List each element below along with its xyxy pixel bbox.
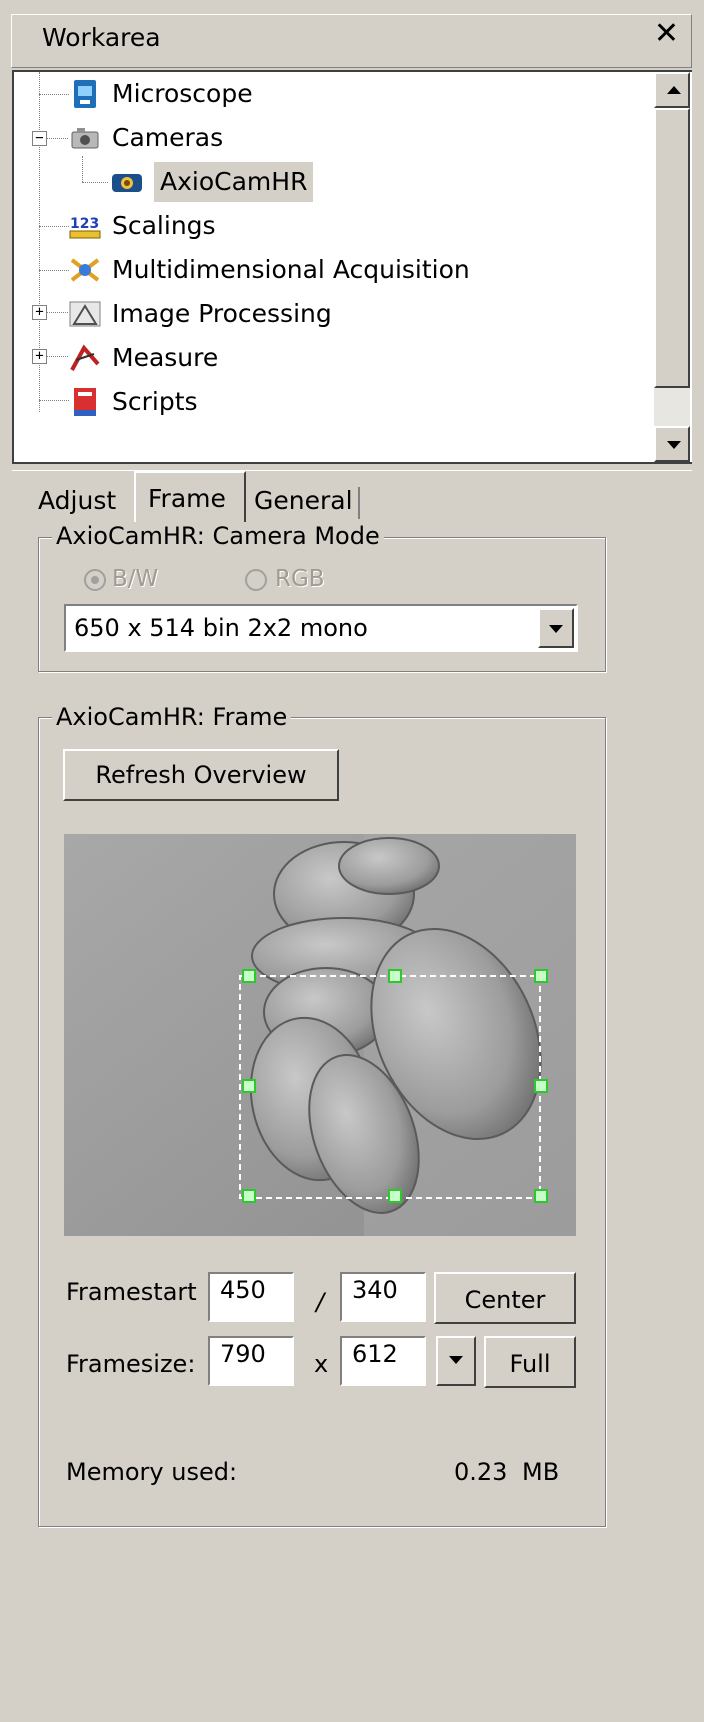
scroll-down-button[interactable] — [654, 426, 690, 462]
arrow-down-icon — [667, 441, 681, 449]
framestart-label: Framestart — [66, 1278, 197, 1306]
radio-rgb[interactable] — [245, 569, 267, 591]
framestart-separator: / — [316, 1288, 325, 1316]
radio-bw[interactable] — [84, 569, 106, 591]
memory-used-value: 0.23 — [454, 1458, 508, 1486]
memory-used-label: Memory used: — [66, 1458, 238, 1486]
tab-strip: Adjust Frame General — [12, 470, 692, 529]
tree-item-label: Multidimensional Acquisition — [112, 255, 470, 284]
selection-handle-top-left[interactable] — [242, 969, 256, 983]
tree-scrollbar[interactable] — [654, 72, 690, 462]
tab-adjust[interactable]: Adjust — [38, 479, 116, 523]
selection-handle-right[interactable] — [534, 1079, 548, 1093]
selection-handle-bottom-right[interactable] — [534, 1189, 548, 1203]
chevron-down-icon — [549, 625, 563, 633]
framesize-dropdown-button[interactable] — [436, 1336, 476, 1386]
camera-mode-select[interactable]: 650 x 514 bin 2x2 mono — [64, 604, 578, 652]
frame-group-label: AxioCamHR: Frame — [52, 703, 292, 731]
expand-measure-toggle[interactable]: + — [32, 349, 47, 364]
selection-handle-bottom[interactable] — [388, 1189, 402, 1203]
framesize-label: Framesize: — [66, 1350, 196, 1378]
framestart-y-input[interactable]: 340 — [340, 1272, 426, 1322]
workarea-tree: − + + Microscope Cameras AxioCamHR 123 S… — [12, 70, 692, 464]
microscopy-image — [64, 834, 576, 1236]
selection-handle-bottom-left[interactable] — [242, 1189, 256, 1203]
selection-handle-left[interactable] — [242, 1079, 256, 1093]
memory-used-unit: MB — [522, 1458, 560, 1486]
tree-item-label: Cameras — [112, 123, 224, 152]
full-button[interactable]: Full — [484, 1336, 576, 1388]
image-processing-icon — [69, 301, 101, 327]
chevron-down-icon — [449, 1356, 463, 1364]
collapse-cameras-toggle[interactable]: − — [32, 131, 47, 146]
camera-icon — [71, 128, 99, 149]
arrow-up-icon — [667, 86, 681, 94]
panel-title: Workarea — [42, 23, 161, 52]
tab-frame[interactable]: Frame — [134, 471, 246, 525]
selection-handle-top-right[interactable] — [534, 969, 548, 983]
scalings-icon: 123 — [69, 216, 101, 239]
microscope-icon — [74, 80, 96, 108]
tab-general[interactable]: General — [254, 479, 353, 523]
frame-overview-image[interactable] — [64, 834, 576, 1236]
camera-mode-value: 650 x 514 bin 2x2 mono — [74, 614, 368, 642]
tree-item-label: Image Processing — [112, 299, 332, 328]
tree-item-label: Measure — [112, 343, 219, 372]
tree-item-label: Scripts — [112, 387, 198, 416]
scroll-up-button[interactable] — [654, 72, 690, 108]
expand-image-processing-toggle[interactable]: + — [32, 305, 47, 320]
svg-text:123: 123 — [70, 216, 99, 232]
radio-bw-label: B/W — [112, 566, 159, 592]
camera-mode-dropdown-button[interactable] — [538, 608, 574, 648]
tree-item-label: AxioCamHR — [154, 162, 314, 202]
close-icon[interactable]: ✕ — [654, 19, 679, 49]
radio-rgb-label: RGB — [275, 566, 325, 592]
multidimensional-icon — [70, 258, 100, 282]
center-button[interactable]: Center — [434, 1272, 576, 1324]
refresh-overview-button[interactable]: Refresh Overview — [63, 749, 339, 801]
framesize-separator: x — [314, 1350, 329, 1378]
selection-handle-top[interactable] — [388, 969, 402, 983]
tree-item-label: Scalings — [112, 211, 216, 240]
framesize-height-input[interactable]: 612 — [340, 1336, 426, 1386]
measure-icon — [70, 344, 100, 371]
workarea-title-bar: Workarea ✕ — [11, 14, 692, 68]
scripts-icon — [74, 388, 96, 416]
tab-separator — [358, 487, 360, 519]
axiocam-icon — [112, 174, 142, 192]
framesize-width-input[interactable]: 790 — [208, 1336, 294, 1386]
framestart-x-input[interactable]: 450 — [208, 1272, 294, 1322]
tree-item-label: Microscope — [112, 79, 253, 108]
scrollbar-thumb[interactable] — [654, 108, 690, 388]
camera-mode-group-label: AxioCamHR: Camera Mode — [52, 522, 384, 550]
